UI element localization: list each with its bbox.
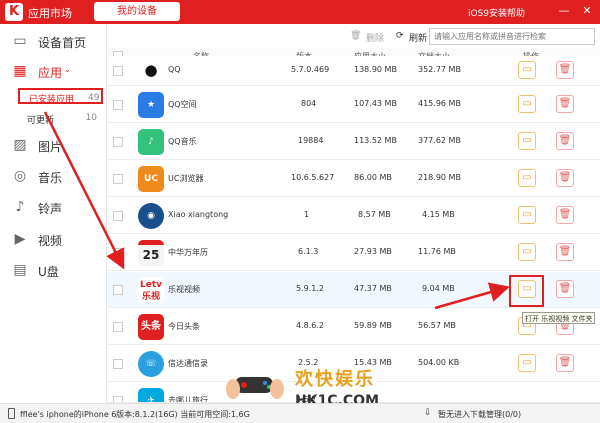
tooltip: 打开 乐视视频 文件夹 bbox=[522, 312, 596, 324]
row-checkbox[interactable] bbox=[113, 66, 123, 76]
folder-icon[interactable]: ▭ bbox=[518, 243, 536, 261]
delete-icon[interactable]: 🗑 bbox=[556, 95, 574, 113]
music-icon: ◎ bbox=[13, 168, 27, 184]
table-row[interactable]: 25 中华万年历 6.1.3 27.93 MB 11.76 MB ▭ 🗑 bbox=[108, 235, 600, 271]
folder-icon[interactable]: ▭ bbox=[518, 95, 536, 113]
search-input[interactable] bbox=[429, 28, 595, 45]
download-manager-link[interactable]: 暂无进入下载管理(0/0) bbox=[438, 409, 521, 420]
monitor-icon: ▭ bbox=[13, 33, 27, 49]
download-icon: ⇩ bbox=[424, 408, 432, 418]
row-checkbox[interactable] bbox=[113, 248, 123, 258]
title-bar: K 应用市场 我的设备 iOS9安装帮助 — ✕ bbox=[0, 0, 600, 24]
row-checkbox[interactable] bbox=[113, 396, 123, 402]
table-row[interactable]: ◉ Xiao xiangtong 1 8.57 MB 4.15 MB ▭ 🗑 bbox=[108, 198, 600, 234]
usb-icon: ▤ bbox=[13, 262, 27, 278]
row-checkbox[interactable] bbox=[113, 285, 123, 295]
folder-icon[interactable]: ▭ bbox=[518, 132, 536, 150]
device-version: 版本:8.1.2(16G) 当前可用空间:1.6G bbox=[116, 410, 250, 419]
delete-icon[interactable]: 🗑 bbox=[556, 206, 574, 224]
folder-icon[interactable]: ▭ bbox=[518, 354, 536, 372]
app-title[interactable]: 应用市场 bbox=[28, 5, 72, 21]
minimize-button[interactable]: — bbox=[557, 4, 571, 17]
video-icon: ▶ bbox=[14, 231, 26, 247]
table-row[interactable]: ♪ QQ音乐 19884 113.52 MB 377.62 MB ▭ 🗑 bbox=[108, 124, 600, 160]
folder-icon[interactable]: ▭ bbox=[518, 61, 536, 79]
delete-icon[interactable]: 🗑 bbox=[556, 169, 574, 187]
apps-icon: ▦ bbox=[13, 63, 27, 79]
trash-icon: 🗑 bbox=[350, 31, 362, 41]
delete-icon[interactable]: 🗑 bbox=[556, 280, 574, 298]
delete-icon[interactable]: 🗑 bbox=[556, 61, 574, 79]
row-checkbox[interactable] bbox=[113, 359, 123, 369]
delete-button[interactable]: 删除 bbox=[366, 31, 384, 44]
delete-icon[interactable]: 🗑 bbox=[556, 132, 574, 150]
sidebar-item-music[interactable]: ◎ 音乐 bbox=[0, 163, 107, 189]
table-row[interactable]: ★ QQ空间 804 107.43 MB 415.96 MB ▭ 🗑 bbox=[108, 87, 600, 123]
ios9-help-link[interactable]: iOS9安装帮助 bbox=[468, 6, 525, 19]
highlight-box bbox=[509, 275, 544, 307]
delete-icon[interactable]: 🗑 bbox=[556, 243, 574, 261]
phone-icon bbox=[8, 408, 15, 419]
device-name: fflee's iphone的iPhone 6 bbox=[20, 410, 117, 419]
folder-icon[interactable]: ▭ bbox=[518, 206, 536, 224]
image-icon: ▨ bbox=[13, 137, 27, 153]
delete-icon[interactable]: 🗑 bbox=[556, 354, 574, 372]
gamepad-hands-icon bbox=[226, 377, 284, 399]
row-checkbox[interactable] bbox=[113, 100, 123, 110]
table-row[interactable]: UC UC浏览器 10.6.5.627 86.00 MB 218.90 MB ▭… bbox=[108, 161, 600, 197]
sidebar-item-ringtones[interactable]: ♪ 铃声 bbox=[0, 194, 107, 220]
uc-icon: UC bbox=[138, 166, 164, 192]
sidebar-item-video[interactable]: ▶ 视频 bbox=[0, 226, 107, 252]
row-checkbox[interactable] bbox=[113, 211, 123, 221]
watermark: 欢快娱乐 HK1C.COM bbox=[225, 365, 400, 409]
watermark-title: 欢快娱乐 bbox=[295, 369, 375, 390]
xiaoxiangtong-icon: ◉ bbox=[138, 203, 164, 229]
folder-icon[interactable]: ▭ bbox=[518, 169, 536, 187]
row-checkbox[interactable] bbox=[113, 137, 123, 147]
sidebar-item-apps[interactable]: ▦ 应用 ⌄ bbox=[0, 58, 107, 84]
row-checkbox[interactable] bbox=[113, 174, 123, 184]
refresh-button[interactable]: 刷新 bbox=[409, 31, 427, 44]
toolbar: 🗑 删除 ⟳ 刷新 bbox=[108, 24, 600, 48]
tab-my-device[interactable]: 我的设备 bbox=[94, 2, 180, 21]
toutiao-icon: 头条 bbox=[138, 314, 164, 340]
installed-count: 49 bbox=[88, 93, 100, 103]
sidebar-item-usb[interactable]: ▤ U盘 bbox=[0, 257, 107, 283]
status-bar: fflee's iphone的iPhone 6 版本:8.1.2(16G) 当前… bbox=[0, 403, 600, 423]
row-checkbox[interactable] bbox=[113, 322, 123, 332]
qq-icon: ● bbox=[138, 57, 164, 83]
qunar-icon: ✈ bbox=[138, 388, 164, 402]
sidebar-item-images[interactable]: ▨ 图片 bbox=[0, 132, 107, 158]
app-logo: K bbox=[5, 3, 23, 21]
sidebar-item-updatable[interactable]: 可更新 10 bbox=[18, 111, 103, 127]
table-row[interactable]: ● QQ 5.7.0.469 138.90 MB 352.77 MB ▭ 🗑 bbox=[108, 56, 600, 86]
contacts-icon: ☏ bbox=[138, 351, 164, 377]
sidebar: ▭ 设备首页 ▦ 应用 ⌄ 已安装应用 49 可更新 10 ▨ 图片 ◎ 音乐 … bbox=[0, 24, 107, 403]
close-button[interactable]: ✕ bbox=[580, 4, 594, 17]
refresh-icon: ⟳ bbox=[396, 31, 404, 41]
bell-icon: ♪ bbox=[15, 199, 25, 215]
sidebar-item-device-home[interactable]: ▭ 设备首页 bbox=[0, 28, 107, 54]
calendar-icon: 25 bbox=[138, 240, 164, 266]
qzone-icon: ★ bbox=[138, 92, 164, 118]
chevron-down-icon: ⌄ bbox=[64, 65, 71, 74]
qqmusic-icon: ♪ bbox=[138, 129, 164, 155]
letv-icon: Letv 乐视 bbox=[138, 277, 164, 303]
